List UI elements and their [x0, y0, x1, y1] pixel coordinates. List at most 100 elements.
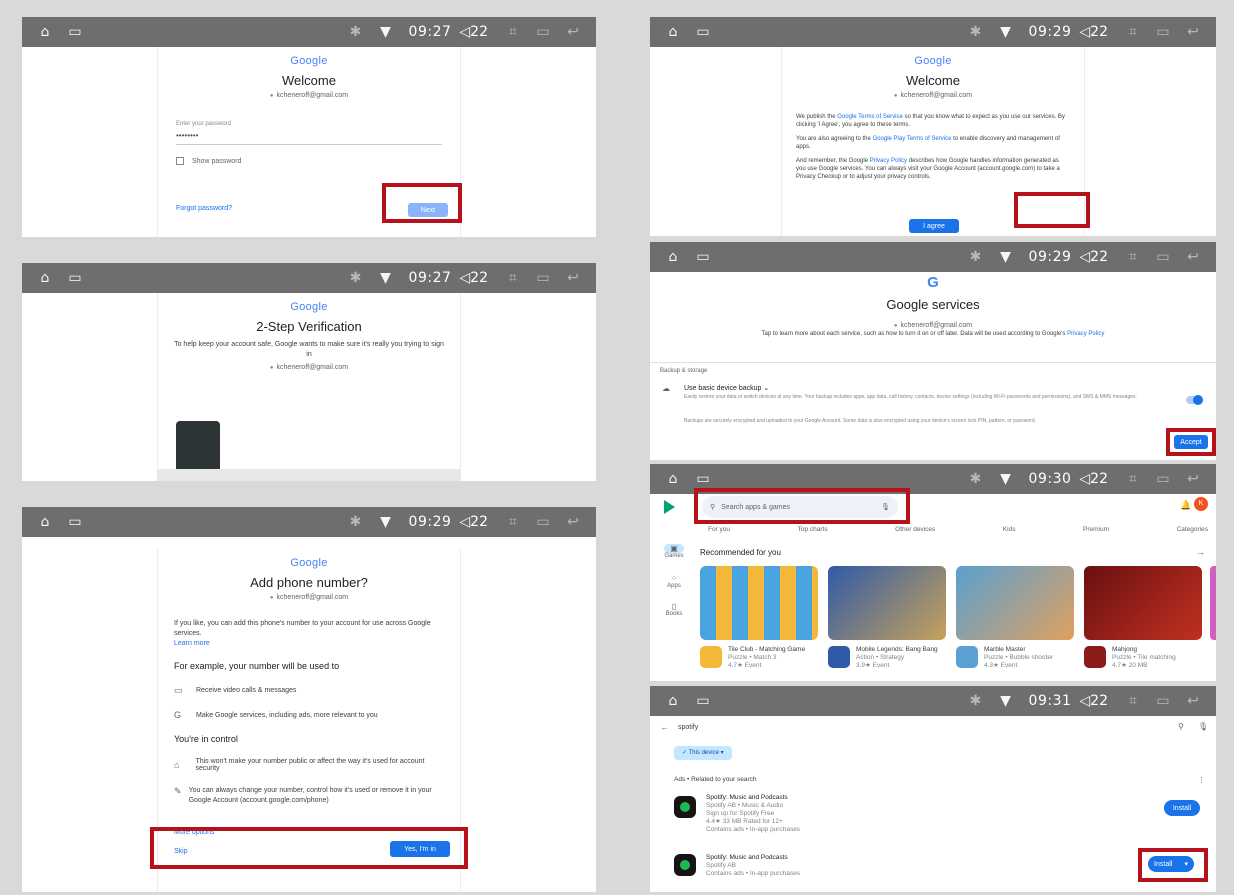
arrow-right-icon[interactable]: →	[1196, 547, 1205, 557]
tab-other-devices[interactable]: Other devices	[895, 526, 935, 533]
avatar[interactable]: K	[1194, 497, 1208, 511]
account-chip[interactable]: kcheneroff@gmail.com	[158, 364, 460, 371]
app-item-tile-club[interactable]: Tile Club - Matching Game Puzzle • Match …	[728, 646, 805, 670]
app-item-mahjong[interactable]: Mahjong Puzzle • Tile matching 4.7★ 20 MB	[1112, 646, 1176, 670]
back-arrow-icon[interactable]: ←	[660, 722, 669, 732]
back-icon[interactable]: ↩	[558, 24, 588, 40]
spotify-icon[interactable]	[674, 854, 696, 876]
screenshot-icon[interactable]: ⌗	[498, 514, 528, 530]
volume-icon[interactable]: ◁	[1079, 249, 1090, 265]
i-agree-button[interactable]: I agree	[909, 219, 959, 233]
show-password[interactable]: Show password	[176, 157, 442, 165]
install-button-ad[interactable]: Install	[1164, 800, 1200, 816]
device-filter-chip[interactable]: ✓ This device ▾	[674, 746, 732, 760]
app-item-mobile-legends[interactable]: Mobile Legends: Bang Bang Action • Strate…	[856, 646, 938, 670]
account-chip[interactable]: kcheneroff@gmail.com	[158, 92, 460, 99]
recent-apps-icon[interactable]: ▭	[688, 24, 718, 40]
tab-top-charts[interactable]: Top charts	[798, 526, 828, 533]
accept-button[interactable]: Accept	[1174, 435, 1208, 449]
result-spotify[interactable]: Spotify: Music and Podcasts Spotify AB C…	[706, 854, 800, 878]
recent-apps-icon[interactable]: ▭	[688, 249, 718, 265]
privacy-policy-link[interactable]: Privacy Policy	[1067, 331, 1104, 337]
yes-im-in-button[interactable]: Yes, I'm in	[390, 841, 450, 857]
chevron-down-icon[interactable]: ⌄	[763, 385, 769, 392]
window-icon[interactable]: ▭	[1148, 24, 1178, 40]
window-icon[interactable]: ▭	[528, 24, 558, 40]
tos-link[interactable]: Google Terms of Service	[837, 114, 903, 120]
account-chip[interactable]: kcheneroff@gmail.com	[796, 92, 1070, 99]
account-chip[interactable]: kcheneroff@gmail.com	[174, 594, 444, 601]
back-icon[interactable]: ↩	[1178, 693, 1208, 709]
tab-for-you[interactable]: For you	[708, 526, 730, 533]
window-icon[interactable]: ▭	[528, 514, 558, 530]
recent-apps-icon[interactable]: ▭	[688, 471, 718, 487]
search-icon[interactable]: ⚲	[1178, 722, 1184, 731]
window-icon[interactable]: ▭	[1148, 693, 1178, 709]
search-query[interactable]: spotify	[678, 724, 698, 731]
back-icon[interactable]: ↩	[1178, 471, 1208, 487]
dropdown-arrow-icon[interactable]: ▾	[1184, 860, 1188, 868]
app-icon-mahjong[interactable]	[1084, 646, 1106, 668]
app-icon-marble-master[interactable]	[956, 646, 978, 668]
home-icon[interactable]: ⌂	[30, 514, 60, 530]
screenshot-icon[interactable]: ⌗	[498, 270, 528, 286]
recent-apps-icon[interactable]: ▭	[60, 514, 90, 530]
volume-icon[interactable]: ◁	[1079, 471, 1090, 487]
back-icon[interactable]: ↩	[558, 270, 588, 286]
home-icon[interactable]: ⌂	[658, 471, 688, 487]
tab-premium[interactable]: Premium	[1083, 526, 1109, 533]
screenshot-icon[interactable]: ⌗	[1118, 249, 1148, 265]
skip-button[interactable]: Skip	[174, 847, 188, 857]
spotify-icon[interactable]	[674, 796, 696, 818]
forgot-password-link[interactable]: Forgot password?	[176, 205, 232, 212]
home-icon[interactable]: ⌂	[30, 270, 60, 286]
back-icon[interactable]: ↩	[558, 514, 588, 530]
app-icon-mobile-legends[interactable]	[828, 646, 850, 668]
install-button[interactable]: Install ▾	[1148, 856, 1194, 872]
password-field[interactable]: Enter your password ••••••••	[176, 121, 442, 145]
mic-icon[interactable]: 🎙	[1198, 722, 1208, 731]
backup-toggle-label[interactable]: Use basic device backup ⌄	[684, 384, 769, 392]
app-item-marble-master[interactable]: Marble Master Puzzle • Bubble shooter 4.3★…	[984, 646, 1053, 670]
learn-more-link[interactable]: Learn more	[174, 639, 444, 649]
recent-apps-icon[interactable]: ▭	[60, 24, 90, 40]
backup-switch[interactable]	[1186, 395, 1203, 405]
app-icon-tile-club[interactable]	[700, 646, 722, 668]
app-banner-mahjong[interactable]	[1084, 566, 1202, 640]
window-icon[interactable]: ▭	[1148, 471, 1178, 487]
mic-icon[interactable]: 🎙	[881, 503, 890, 511]
more-options-link[interactable]: More options	[174, 828, 444, 838]
back-icon[interactable]: ↩	[1178, 249, 1208, 265]
tab-kids[interactable]: Kids	[1003, 526, 1016, 533]
window-icon[interactable]: ▭	[1148, 249, 1178, 265]
screenshot-icon[interactable]: ⌗	[1118, 24, 1148, 40]
screenshot-icon[interactable]: ⌗	[1118, 693, 1148, 709]
result-spotify-ad[interactable]: Spotify: Music and Podcasts Spotify AB •…	[706, 794, 800, 834]
next-button[interactable]: Next	[408, 203, 448, 217]
volume-icon[interactable]: ◁	[1079, 693, 1090, 709]
volume-icon[interactable]: ◁	[459, 514, 470, 530]
more-vert-icon[interactable]: ⋮	[1198, 776, 1205, 784]
privacy-link[interactable]: Privacy Policy	[870, 158, 907, 164]
app-banner-mobile-legends[interactable]	[828, 566, 946, 640]
screenshot-icon[interactable]: ⌗	[498, 24, 528, 40]
back-icon[interactable]: ↩	[1178, 24, 1208, 40]
play-tos-link[interactable]: Google Play Terms of Service	[873, 136, 952, 142]
app-banner-tile-club[interactable]	[700, 566, 818, 640]
recent-apps-icon[interactable]: ▭	[60, 270, 90, 286]
bell-icon[interactable]: 🔔	[1180, 500, 1191, 511]
app-banner-marble-master[interactable]	[956, 566, 1074, 640]
recent-apps-icon[interactable]: ▭	[688, 693, 718, 709]
screenshot-icon[interactable]: ⌗	[1118, 471, 1148, 487]
app-banner-partial[interactable]	[1210, 566, 1216, 640]
volume-icon[interactable]: ◁	[459, 270, 470, 286]
window-icon[interactable]: ▭	[528, 270, 558, 286]
home-icon[interactable]: ⌂	[658, 249, 688, 265]
tab-categories[interactable]: Categories	[1177, 526, 1208, 533]
search-bar[interactable]: ⚲ Search apps & games 🎙	[702, 496, 898, 518]
volume-icon[interactable]: ◁	[1079, 24, 1090, 40]
home-icon[interactable]: ⌂	[658, 24, 688, 40]
nav-apps[interactable]: ⁘ Apps	[664, 574, 684, 589]
volume-icon[interactable]: ◁	[459, 24, 470, 40]
nav-games[interactable]: ▣ Games	[664, 544, 684, 559]
